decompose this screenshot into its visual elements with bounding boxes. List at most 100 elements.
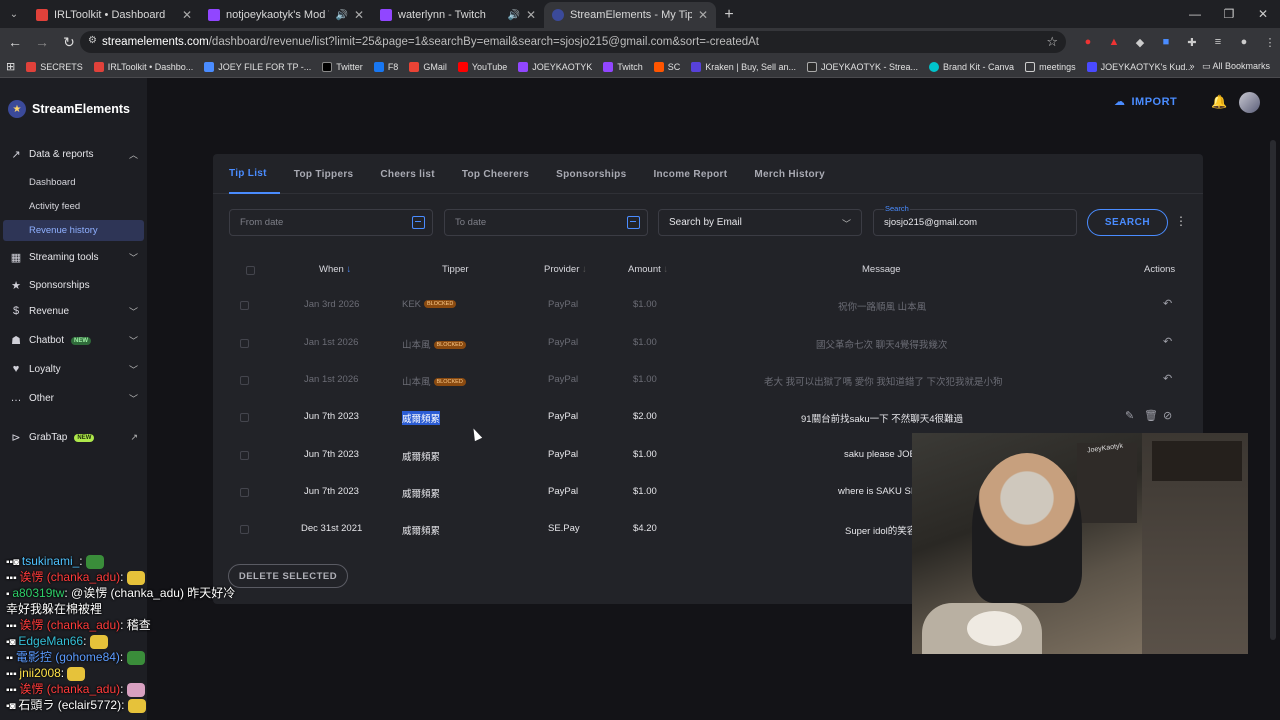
- all-bookmarks-folder[interactable]: » ▭ All Bookmarks: [1189, 61, 1270, 72]
- bookmark-item[interactable]: F8: [373, 61, 398, 72]
- tab-top-tippers[interactable]: Top Tippers: [294, 154, 367, 194]
- edit-pencil-icon[interactable]: ✎: [1125, 409, 1134, 422]
- tab-income-report[interactable]: Income Report: [653, 154, 740, 194]
- grid-icon: ▦: [10, 252, 22, 264]
- tab-search-icon[interactable]: ⌄: [0, 0, 28, 28]
- row-checkbox[interactable]: [240, 376, 249, 385]
- speaker-icon[interactable]: 🔊: [335, 10, 347, 21]
- extension-icon[interactable]: ■: [1156, 30, 1176, 54]
- bookmark-item[interactable]: SECRETS: [26, 61, 83, 72]
- tab-sponsorships[interactable]: Sponsorships: [556, 154, 639, 194]
- row-checkbox[interactable]: [240, 339, 249, 348]
- close-tab-icon[interactable]: ✕: [698, 8, 708, 22]
- sidebar-item-label: GrabTap: [29, 432, 68, 443]
- page-scrollbar[interactable]: [1270, 140, 1276, 640]
- bookmark-item[interactable]: Kraken | Buy, Sell an...: [691, 61, 796, 72]
- bookmark-item[interactable]: JOEYKAOTYK's Kud...: [1086, 61, 1193, 72]
- bookmark-item[interactable]: GMail: [409, 61, 447, 72]
- bookmark-item[interactable]: Twitch: [603, 61, 643, 72]
- sidebar-item-other[interactable]: … Other ﹀: [10, 392, 139, 404]
- col-when[interactable]: When ↓: [319, 264, 351, 275]
- profile-icon[interactable]: ●: [1234, 30, 1254, 54]
- brand-logo[interactable]: ★ StreamElements: [8, 100, 130, 118]
- tab-tip-list[interactable]: Tip List: [229, 154, 280, 194]
- tab-top-cheerers[interactable]: Top Cheerers: [462, 154, 542, 194]
- sidebar-item-activity-feed[interactable]: Activity feed: [29, 201, 80, 212]
- browser-tab-waterlynn[interactable]: waterlynn - Twitch 🔊 ✕: [372, 2, 544, 28]
- unblock-icon[interactable]: ↶: [1163, 372, 1172, 385]
- bookmark-item[interactable]: JOEYKAOTYK: [518, 61, 592, 72]
- bookmark-item[interactable]: Twitter: [322, 61, 363, 72]
- browser-tab-irltoolkit[interactable]: IRLToolkit • Dashboard ✕: [28, 2, 200, 28]
- tab-merch-history[interactable]: Merch History: [754, 154, 838, 194]
- puzzle-extensions-icon[interactable]: ✚: [1182, 30, 1202, 54]
- col-provider[interactable]: Provider ↓: [544, 264, 587, 275]
- search-by-select[interactable]: Search by Email ﹀: [658, 209, 862, 236]
- search-input[interactable]: Search sjosjo215@gmail.com: [873, 204, 1077, 236]
- reload-icon[interactable]: ↻: [57, 30, 81, 54]
- browser-tab-modview[interactable]: notjoeykaotyk's Mod View 🔊 ✕: [200, 2, 372, 28]
- close-window-icon[interactable]: ✕: [1246, 0, 1280, 28]
- back-icon[interactable]: ←: [3, 30, 27, 54]
- media-control-icon[interactable]: ≡: [1208, 30, 1228, 54]
- col-amount[interactable]: Amount ↓: [628, 264, 668, 275]
- address-bar[interactable]: ⚙ streamelements.com/dashboard/revenue/l…: [80, 31, 1066, 53]
- row-checkbox[interactable]: [240, 488, 249, 497]
- sidebar-item-data-reports[interactable]: ↗ Data & reports ︿: [10, 148, 138, 161]
- to-date-field[interactable]: To date: [444, 209, 648, 236]
- table-row[interactable]: Jun 7th 2023 威爾頻累 PayPal $2.00 91關台前找sak…: [213, 399, 1203, 436]
- sidebar-item-streaming-tools[interactable]: ▦ Streaming tools ﹀: [10, 251, 138, 264]
- search-button[interactable]: SEARCH: [1087, 209, 1168, 236]
- sidebar-item-grabtap[interactable]: ⊳ GrabTap NEW ↗: [10, 431, 138, 444]
- notifications-bell-icon[interactable]: 🔔: [1211, 94, 1227, 110]
- minimize-icon[interactable]: —: [1178, 0, 1212, 28]
- sidebar-item-loyalty[interactable]: ♥ Loyalty ﹀: [10, 363, 138, 375]
- calendar-icon[interactable]: [412, 216, 425, 229]
- forward-icon[interactable]: →: [30, 30, 54, 54]
- table-row[interactable]: Jan 3rd 2026 KEK BLOCKED PayPal $1.00 祝你一…: [213, 287, 1203, 324]
- select-all-checkbox[interactable]: [246, 266, 255, 275]
- row-checkbox[interactable]: [240, 525, 249, 534]
- browser-menu-icon[interactable]: ⋮: [1260, 30, 1280, 54]
- new-tab-icon[interactable]: +: [716, 2, 742, 28]
- row-checkbox[interactable]: [240, 451, 249, 460]
- sidebar-item-revenue-history[interactable]: Revenue history: [29, 225, 98, 236]
- calendar-icon[interactable]: [627, 216, 640, 229]
- row-checkbox[interactable]: [240, 413, 249, 422]
- bookmark-folder[interactable]: meetings: [1025, 61, 1076, 72]
- bookmark-item[interactable]: SC: [653, 61, 680, 72]
- bookmark-item[interactable]: JOEY FILE FOR TP -...: [204, 61, 311, 72]
- speaker-icon[interactable]: 🔊: [507, 10, 519, 21]
- extension-icon[interactable]: ▲: [1104, 30, 1124, 54]
- sidebar-item-chatbot[interactable]: ☗ Chatbot NEW ﹀: [10, 334, 138, 347]
- sidebar-item-revenue[interactable]: $ Revenue ﹀: [10, 305, 138, 317]
- bookmark-item[interactable]: IRLToolkit • Dashbo...: [93, 61, 193, 72]
- close-tab-icon[interactable]: ✕: [526, 8, 536, 22]
- unblock-icon[interactable]: ↶: [1163, 335, 1172, 348]
- close-tab-icon[interactable]: ✕: [182, 8, 192, 22]
- close-tab-icon[interactable]: ✕: [354, 8, 364, 22]
- delete-trash-icon[interactable]: 🗑: [1144, 409, 1158, 422]
- import-button[interactable]: ☁ IMPORT: [1114, 95, 1177, 109]
- bookmark-star-icon[interactable]: ☆: [1046, 34, 1058, 50]
- extension-icon[interactable]: ●: [1078, 30, 1098, 54]
- block-icon[interactable]: ⊘: [1163, 409, 1172, 422]
- from-date-field[interactable]: From date: [229, 209, 433, 236]
- more-options-icon[interactable]: ⋮: [1175, 214, 1187, 228]
- sidebar-item-sponsorships[interactable]: ★ Sponsorships: [10, 279, 138, 292]
- row-checkbox[interactable]: [240, 301, 249, 310]
- table-row[interactable]: Jan 1st 2026 山本風 BLOCKED PayPal $1.00 國父革…: [213, 325, 1203, 362]
- apps-grid-icon[interactable]: ⊞: [6, 60, 15, 73]
- bookmark-item[interactable]: Brand Kit - Canva: [929, 61, 1014, 72]
- browser-tab-streamelements[interactable]: StreamElements - My Tips ✕: [544, 2, 716, 28]
- bookmark-item[interactable]: JOEYKAOTYK - Strea...: [807, 61, 918, 72]
- bookmark-item[interactable]: YouTube: [457, 61, 507, 72]
- table-row[interactable]: Jan 1st 2026 山本風 BLOCKED PayPal $1.00 老大 …: [213, 362, 1203, 399]
- site-info-icon[interactable]: ⚙: [88, 35, 97, 46]
- restore-icon[interactable]: ❐: [1212, 0, 1246, 28]
- tab-cheers-list[interactable]: Cheers list: [380, 154, 447, 194]
- avatar[interactable]: [1239, 92, 1260, 113]
- sidebar-item-dashboard[interactable]: Dashboard: [29, 177, 75, 188]
- extension-icon[interactable]: ◆: [1130, 30, 1150, 54]
- unblock-icon[interactable]: ↶: [1163, 297, 1172, 310]
